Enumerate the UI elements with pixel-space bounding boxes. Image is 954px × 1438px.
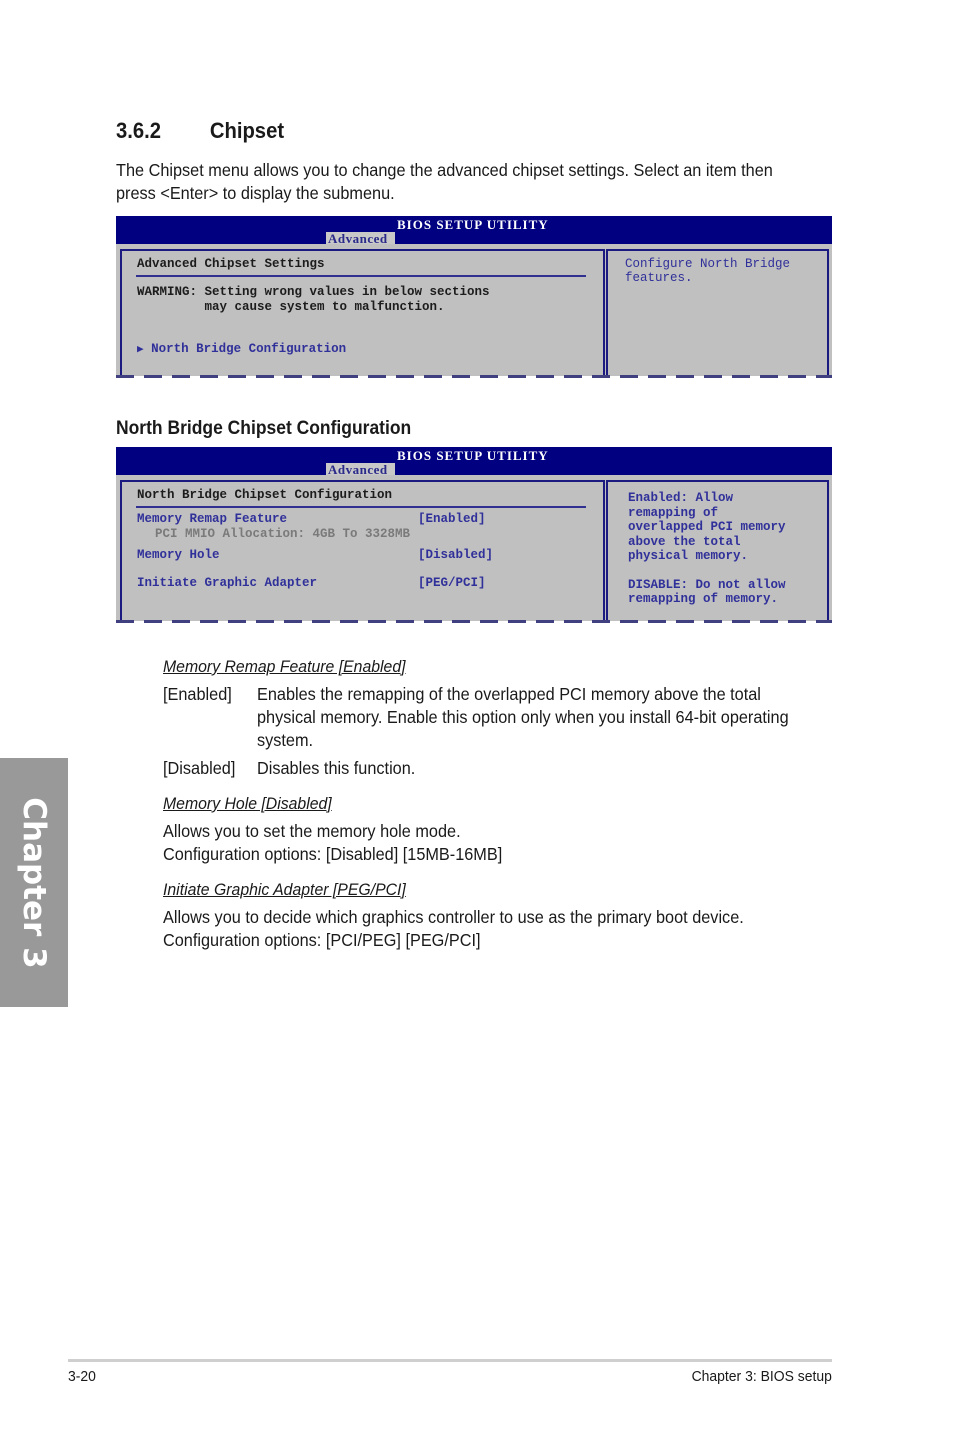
option-label: [Enabled] [163, 684, 232, 704]
item-title-memory-remap: Memory Remap Feature [Enabled] [163, 657, 406, 676]
page-number: 3-20 [68, 1368, 96, 1385]
setting-initiate-graphic-adapter[interactable]: Initiate Graphic Adapter [137, 576, 317, 591]
item-title-memory-hole: Memory Hole [Disabled] [163, 794, 332, 813]
setting-value[interactable]: [PEG/PCI] [418, 576, 486, 591]
setting-memory-remap[interactable]: Memory Remap Feature [137, 512, 287, 527]
submenu-north-bridge[interactable]: ▶ North Bridge Configuration [137, 342, 346, 358]
setting-label: Initiate Graphic Adapter [137, 576, 318, 590]
description-line: Configuration options: [PCI/PEG] [PEG/PC… [163, 930, 481, 950]
help-line: DISABLE: Do not allow [628, 578, 786, 592]
description-line: Allows you to set the memory hole mode. [163, 821, 461, 841]
help-line: remapping of memory. [628, 592, 779, 606]
subsection-heading: North Bridge Chipset Configuration [116, 418, 412, 439]
help-line: above the total [628, 535, 741, 549]
help-line: physical memory. [628, 549, 749, 563]
section-intro: The Chipset menu allows you to change th… [116, 159, 786, 205]
divider [136, 506, 586, 508]
bios-cut-edge [116, 375, 832, 378]
footer-rule [68, 1359, 832, 1362]
option-label: [Disabled] [163, 758, 236, 778]
submenu-arrow-icon: ▶ [137, 344, 144, 356]
section-number: 3.6.2 [116, 118, 162, 143]
help-line: Enabled: Allow [628, 491, 734, 505]
option-description: Disables this function. [257, 758, 416, 778]
description-line: system. [257, 730, 314, 750]
setting-value[interactable]: [Disabled] [418, 548, 493, 563]
bios-cut-edge [116, 620, 832, 623]
bios-title-bar: BIOS SETUP UTILITY Advanced [116, 447, 832, 476]
bios-panel-heading: North Bridge Chipset Configuration [137, 488, 393, 502]
pci-mmio-info: PCI MMIO Allocation: 4GB To 3328MB [155, 527, 411, 541]
setting-label: Memory Remap Feature [137, 512, 288, 526]
bios-body: North Bridge Chipset Configuration Memor… [116, 475, 832, 623]
item-title-graphic-adapter: Initiate Graphic Adapter [PEG/PCI] [163, 880, 406, 899]
help-line: remapping of [628, 506, 719, 520]
bios-panel-heading: Advanced Chipset Settings [137, 257, 325, 271]
submenu-label: North Bridge Configuration [151, 342, 347, 356]
graphic-adapter-description: Allows you to decide which graphics cont… [163, 906, 744, 952]
bios-screen-advanced-chipset: BIOS SETUP UTILITY Advanced Advanced Chi… [116, 216, 832, 378]
footer-chapter-title: Chapter 3: BIOS setup [691, 1368, 832, 1385]
divider [136, 275, 586, 277]
chapter-side-label: Chapter 3 [16, 796, 52, 969]
bios-title-bar: BIOS SETUP UTILITY Advanced [116, 216, 832, 245]
help-line: Configure North Bridge [625, 257, 791, 271]
help-line: overlapped PCI memory [628, 520, 786, 534]
chapter-side-tab: Chapter 3 [0, 758, 68, 1007]
option-description: Enables the remapping of the overlapped … [257, 683, 789, 752]
warning-line: may cause system to malfunction. [137, 300, 445, 314]
bios-title: BIOS SETUP UTILITY [397, 448, 549, 463]
bios-screen-north-bridge: BIOS SETUP UTILITY Advanced North Bridge… [116, 447, 832, 623]
description-line: Configuration options: [Disabled] [15MB-… [163, 844, 503, 864]
help-line: features. [625, 271, 693, 285]
intro-line: press <Enter> to display the submenu. [116, 183, 395, 203]
description-line: physical memory. Enable this option only… [257, 707, 789, 727]
memory-hole-description: Allows you to set the memory hole mode. … [163, 820, 502, 866]
description-line: Allows you to decide which graphics cont… [163, 907, 744, 927]
setting-label: Memory Hole [137, 548, 220, 562]
setting-memory-hole[interactable]: Memory Hole [137, 548, 220, 563]
setting-value[interactable]: [Enabled] [418, 512, 486, 527]
bios-body: Advanced Chipset Settings WARMING: Setti… [116, 244, 832, 378]
bios-title: BIOS SETUP UTILITY [397, 217, 549, 232]
section-title: Chipset [209, 118, 285, 143]
warning-line: WARMING: Setting wrong values in below s… [137, 285, 490, 299]
description-line: Enables the remapping of the overlapped … [257, 684, 761, 704]
intro-line: The Chipset menu allows you to change th… [116, 160, 773, 180]
section-heading: 3.6.2 Chipset [116, 118, 284, 144]
